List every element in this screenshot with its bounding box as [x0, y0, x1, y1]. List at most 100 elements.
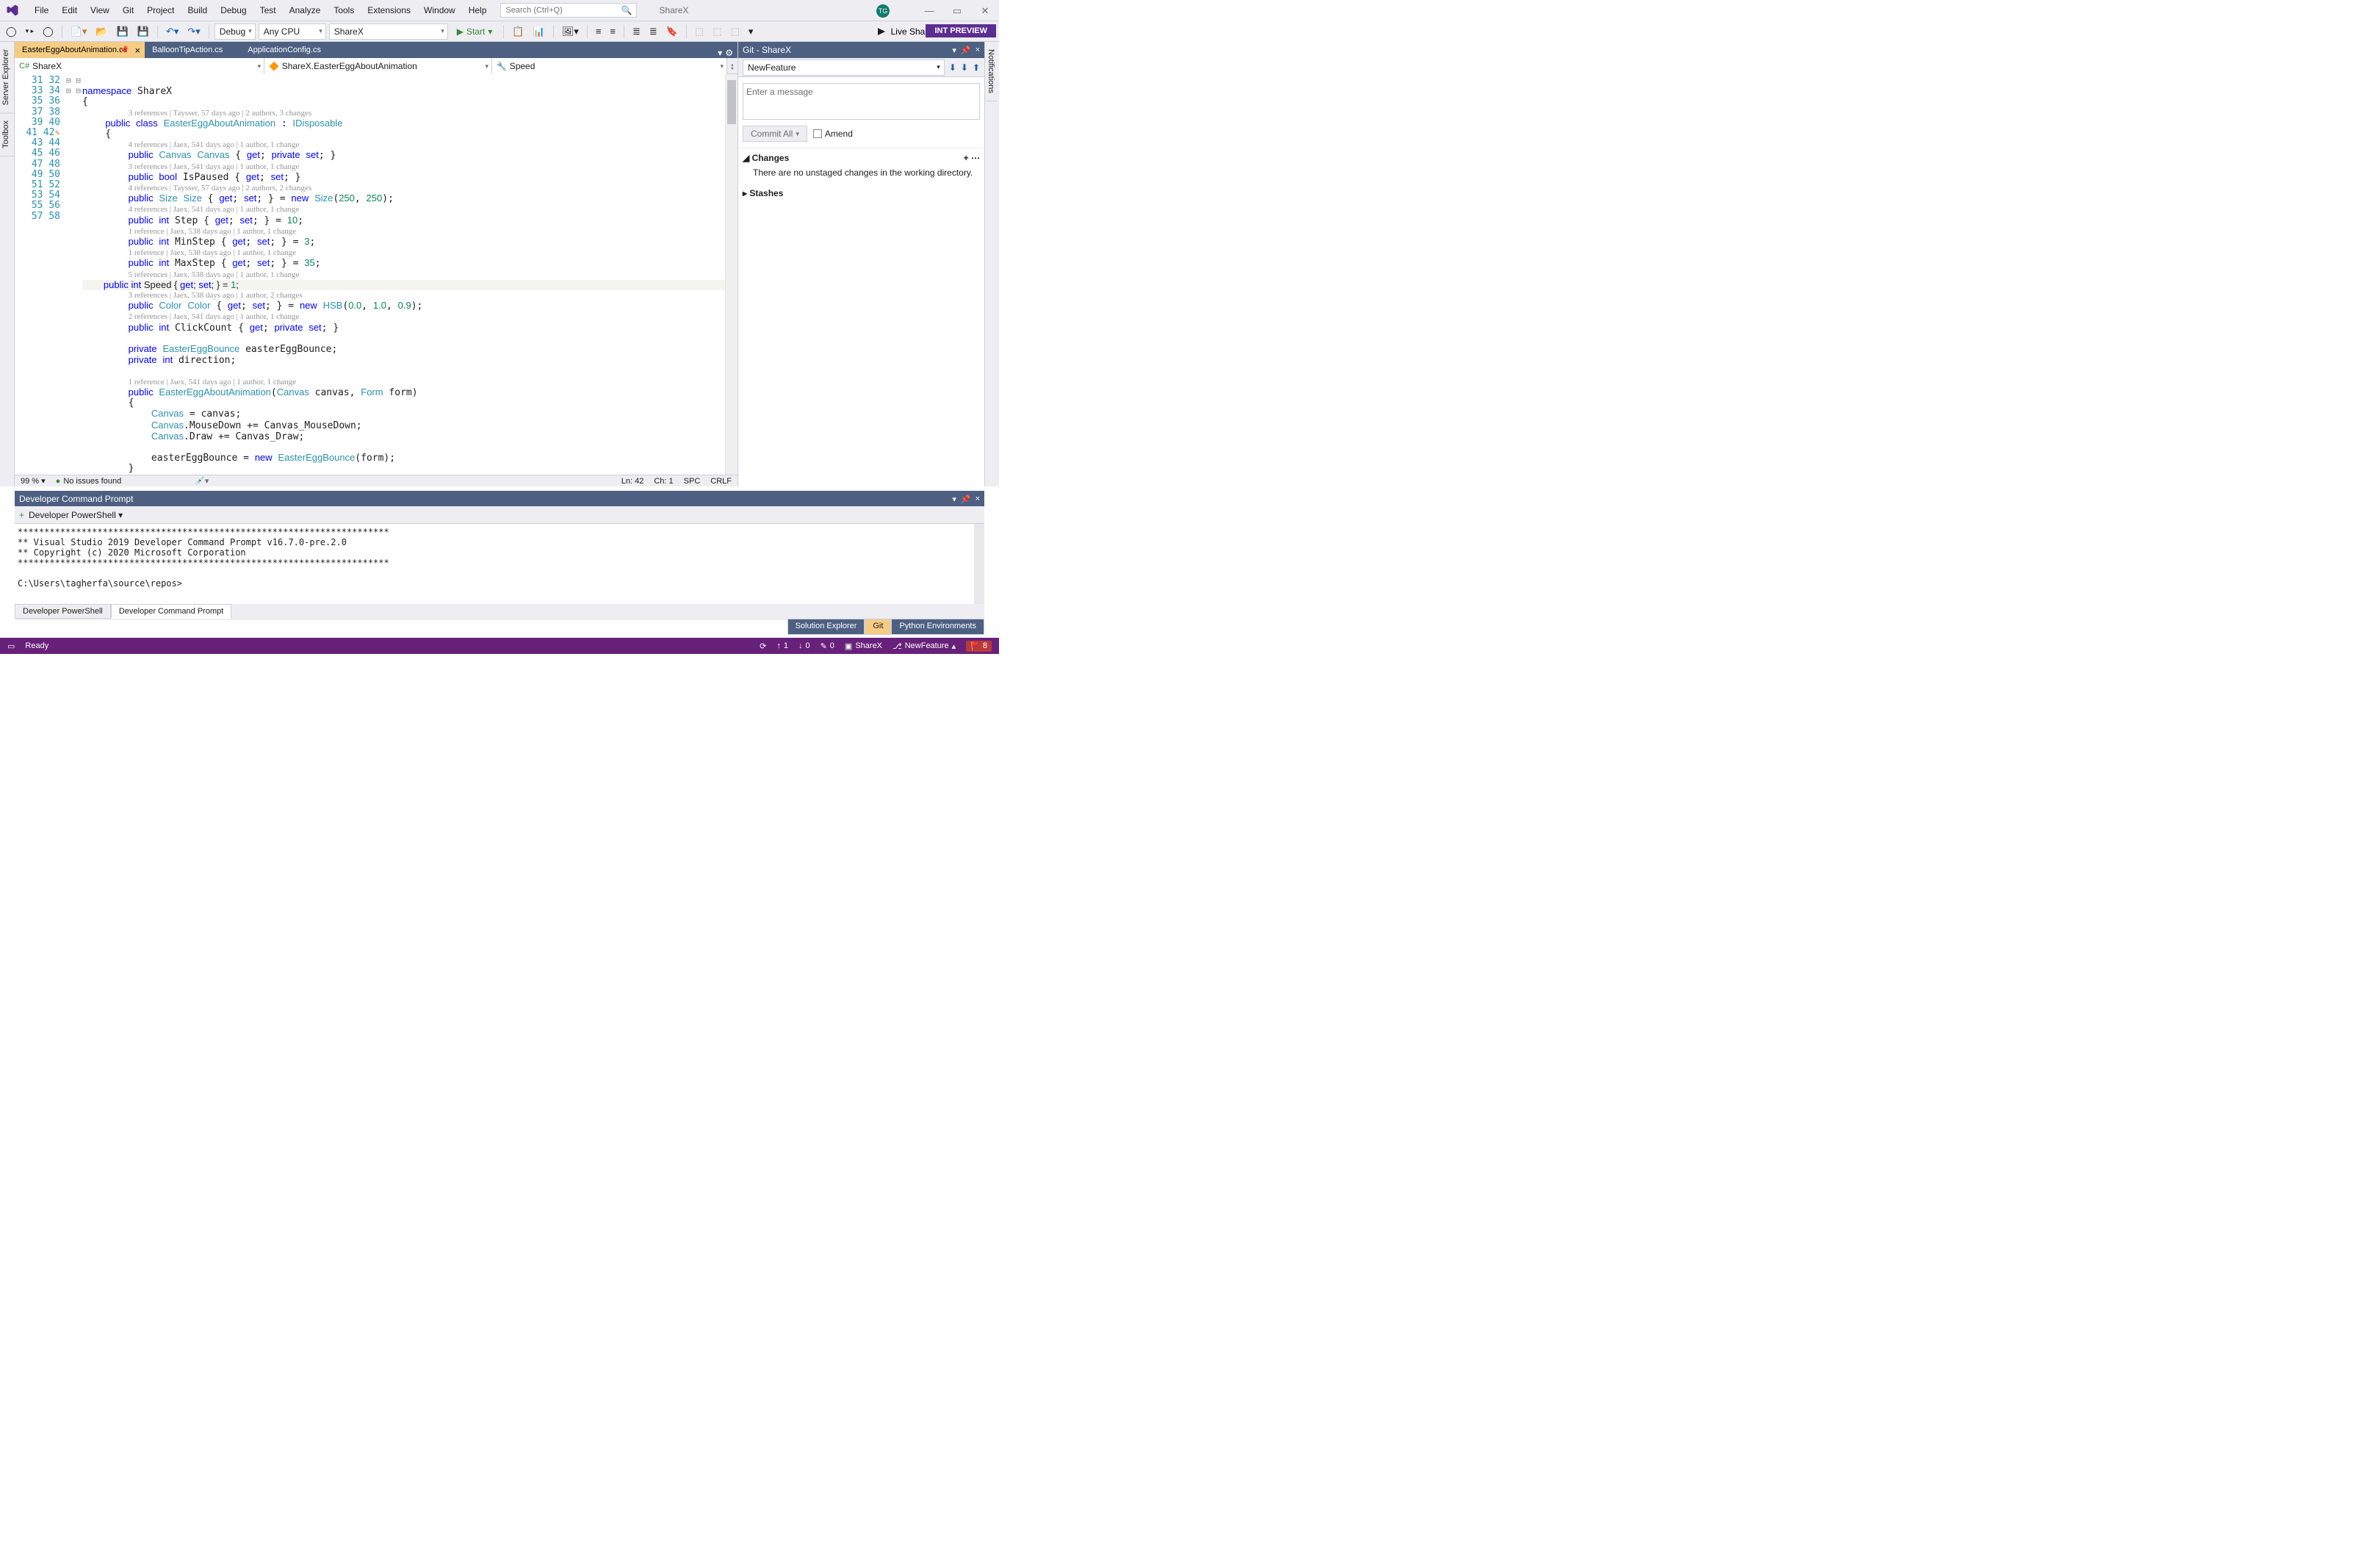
- sb-pull[interactable]: ↓ 0: [798, 641, 810, 650]
- menu-view[interactable]: View: [84, 5, 116, 15]
- add-terminal-icon[interactable]: +: [19, 510, 24, 520]
- editor-scrollbar[interactable]: [725, 74, 738, 475]
- img-icon[interactable]: 🖼▾: [559, 24, 582, 39]
- tab-notifications[interactable]: Notifications: [985, 42, 997, 101]
- tab-git[interactable]: Git: [865, 619, 891, 635]
- menu-extensions[interactable]: Extensions: [361, 5, 417, 15]
- col-indicator[interactable]: Ch: 1: [654, 477, 673, 486]
- platform-combo[interactable]: Any CPU: [259, 24, 326, 40]
- nav-back-dd[interactable]: ▾ ▸: [23, 26, 37, 37]
- maximize-button[interactable]: ▭: [943, 0, 971, 21]
- menu-analyze[interactable]: Analyze: [283, 5, 328, 15]
- config-combo[interactable]: Debug: [214, 24, 256, 40]
- menu-test[interactable]: Test: [253, 5, 283, 15]
- menu-window[interactable]: Window: [417, 5, 462, 15]
- minimize-button[interactable]: —: [915, 0, 943, 21]
- fold-column[interactable]: ⊟ ⊟ ⊟ ⊟: [66, 74, 82, 475]
- output-icon[interactable]: ▭: [7, 641, 15, 651]
- terminal-output[interactable]: ****************************************…: [15, 524, 984, 604]
- branch-combo[interactable]: NewFeature: [743, 60, 945, 76]
- tab-solution-explorer[interactable]: Solution Explorer: [787, 619, 865, 635]
- file-tab[interactable]: ApplicationConfig.cs: [240, 42, 339, 58]
- nav-class-combo[interactable]: 🔶ShareX.EasterEggAboutAnimation: [264, 58, 492, 74]
- menu-tools[interactable]: Tools: [327, 5, 361, 15]
- tab-settings-icon[interactable]: ⚙: [725, 48, 733, 58]
- menu-debug[interactable]: Debug: [214, 5, 253, 15]
- redo-icon[interactable]: ↷▾: [184, 24, 203, 39]
- tab-dev-cmd[interactable]: Developer Command Prompt: [111, 604, 231, 619]
- tab-server-explorer[interactable]: Server Explorer: [0, 42, 14, 113]
- nav-back-icon[interactable]: ◯: [3, 24, 20, 39]
- close-icon[interactable]: ×: [976, 494, 980, 504]
- close-button[interactable]: ✕: [971, 0, 999, 21]
- commit-button[interactable]: Commit All ▾: [743, 126, 807, 142]
- quick-search-input[interactable]: 🔍: [500, 3, 637, 18]
- step2-icon[interactable]: 📊: [530, 24, 548, 39]
- file-tab[interactable]: BalloonTipAction.cs: [145, 42, 240, 58]
- indent-icon[interactable]: ≡: [593, 24, 605, 38]
- nav-member-combo[interactable]: 🔧Speed: [492, 58, 727, 74]
- menu-build[interactable]: Build: [181, 5, 214, 15]
- menu-help[interactable]: Help: [462, 5, 494, 15]
- dbg1-icon[interactable]: ⬚: [692, 24, 707, 39]
- stage-icon[interactable]: +: [964, 153, 969, 163]
- pin-icon[interactable]: 📌: [961, 494, 971, 504]
- menu-git[interactable]: Git: [116, 5, 140, 15]
- menu-file[interactable]: File: [28, 5, 55, 15]
- target-combo[interactable]: ShareX: [329, 24, 448, 40]
- ws-indicator[interactable]: SPC: [684, 477, 701, 486]
- undo-icon[interactable]: ↶▾: [163, 24, 181, 39]
- step-icon[interactable]: 📋: [509, 24, 527, 39]
- health-icon[interactable]: 💉▾: [195, 476, 209, 486]
- new-item-icon[interactable]: 📄▾: [68, 24, 90, 39]
- save-all-icon[interactable]: 💾: [134, 24, 152, 39]
- line-indicator[interactable]: Ln: 42: [621, 477, 644, 486]
- dbg3-icon[interactable]: ⬚: [728, 24, 743, 39]
- pull-icon[interactable]: ⬇: [961, 62, 968, 73]
- tab-dropdown-icon[interactable]: ▾: [718, 48, 722, 58]
- git-panel-title[interactable]: Git - ShareX ▾📌×: [738, 42, 984, 58]
- changes-section[interactable]: ◢ Changes + ⋯: [738, 148, 984, 168]
- dropdown-icon[interactable]: ▾: [952, 46, 956, 55]
- commit-message-input[interactable]: Enter a message: [743, 83, 980, 120]
- close-icon[interactable]: ×: [976, 46, 980, 55]
- startup-project-combo[interactable]: ShareX: [650, 3, 697, 18]
- outdent-icon[interactable]: ≡: [607, 24, 619, 38]
- pin-icon[interactable]: 📌: [961, 46, 971, 55]
- sb-sync-icon[interactable]: ⟳: [760, 641, 766, 651]
- dbg2-icon[interactable]: ⬚: [710, 24, 724, 39]
- code-editor[interactable]: 31 32 33 34 35 36 37 38 39 40 41 42✎ 43 …: [15, 74, 738, 475]
- int-preview-badge[interactable]: INT PREVIEW: [926, 24, 996, 37]
- split-icon[interactable]: ↕: [727, 58, 738, 73]
- file-tab[interactable]: EasterEggAboutAnimation.cs📌: [15, 42, 145, 58]
- nav-scope-combo[interactable]: C#ShareX: [15, 58, 264, 74]
- start-button[interactable]: ▶ Start ▾: [451, 25, 499, 38]
- fetch-icon[interactable]: ⬇: [949, 62, 956, 73]
- tab-toolbox[interactable]: Toolbox: [0, 113, 14, 157]
- push-icon[interactable]: ⬆: [973, 62, 980, 73]
- amend-checkbox[interactable]: Amend: [813, 129, 853, 139]
- sb-notifications[interactable]: 🚩8: [966, 641, 992, 652]
- comment-icon[interactable]: ≣: [630, 24, 643, 39]
- menu-project[interactable]: Project: [140, 5, 181, 15]
- tab-dev-powershell[interactable]: Developer PowerShell: [15, 604, 111, 619]
- live-share-button[interactable]: Live Share: [876, 26, 933, 37]
- more-icon[interactable]: ⋯: [971, 153, 980, 163]
- open-icon[interactable]: 📂: [93, 24, 110, 39]
- save-icon[interactable]: 💾: [114, 24, 131, 39]
- issues-text[interactable]: No issues found: [63, 477, 121, 486]
- sb-branch[interactable]: ⎇ NewFeature ▴: [892, 641, 956, 651]
- overflow-icon[interactable]: ▾: [746, 24, 757, 39]
- dropdown-icon[interactable]: ▾: [952, 494, 956, 504]
- tab-python-env[interactable]: Python Environments: [891, 619, 984, 635]
- bookmark-icon[interactable]: 🔖: [663, 24, 681, 39]
- sb-push[interactable]: ↑ 1: [776, 641, 788, 650]
- menu-edit[interactable]: Edit: [55, 5, 84, 15]
- stashes-section[interactable]: ▸ Stashes: [738, 184, 984, 203]
- eol-indicator[interactable]: CRLF: [710, 477, 732, 486]
- nav-fwd-icon[interactable]: ◯: [40, 24, 57, 39]
- zoom-combo[interactable]: 99 % ▾: [21, 476, 46, 486]
- terminal-profile-combo[interactable]: Developer PowerShell ▾: [29, 510, 123, 520]
- sb-edit[interactable]: ✎ 0: [821, 641, 834, 651]
- sb-repo[interactable]: ▣ ShareX: [845, 641, 882, 651]
